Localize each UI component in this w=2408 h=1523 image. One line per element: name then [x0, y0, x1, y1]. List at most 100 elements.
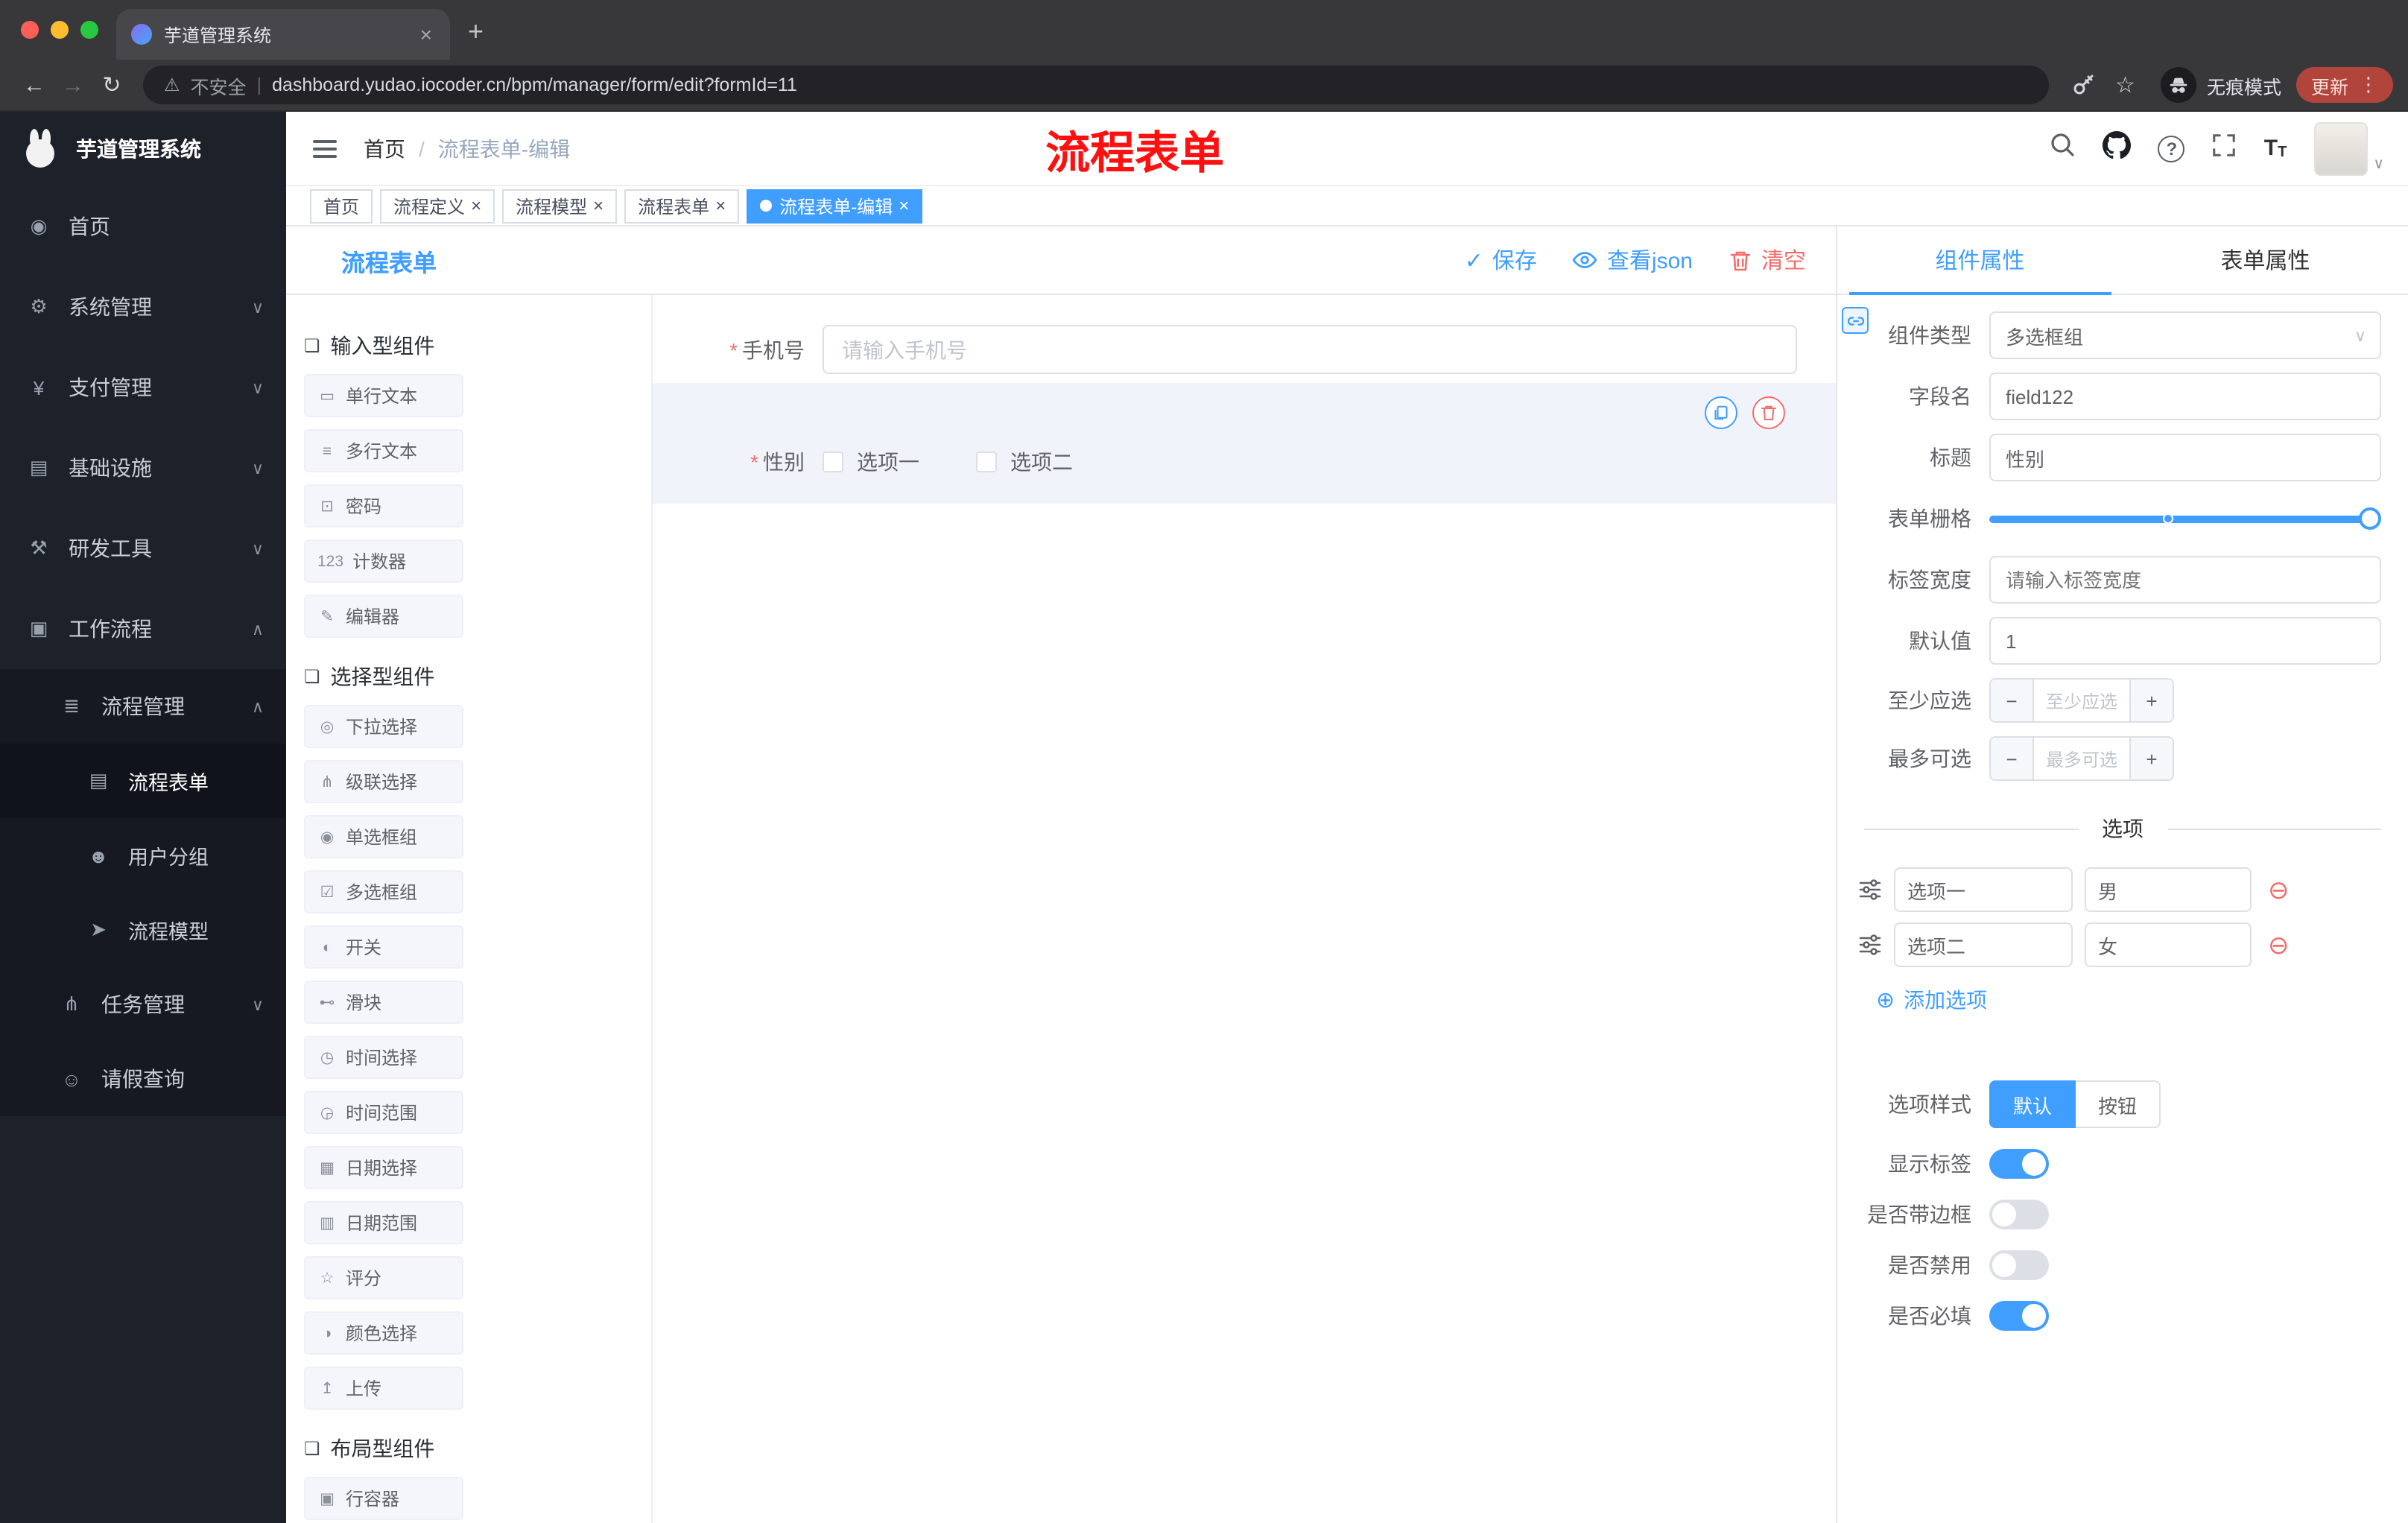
palette-component[interactable]: ◶ 时间范围: [304, 1091, 463, 1134]
tag-close-icon[interactable]: ×: [471, 197, 481, 215]
close-window-button[interactable]: [21, 21, 39, 39]
sidebar-item[interactable]: ▤ 流程表单: [0, 744, 286, 818]
default-value-input[interactable]: [1989, 617, 2381, 665]
search-icon[interactable]: [2050, 131, 2076, 165]
palette-component[interactable]: ◑ 颜色选择: [304, 1311, 463, 1355]
tag-item[interactable]: 流程模型 ×: [502, 189, 618, 223]
remove-option-icon[interactable]: ⊖: [2268, 932, 2290, 957]
sidebar-item[interactable]: ≣ 流程管理 ∧: [0, 669, 286, 744]
field-name-input[interactable]: [1989, 373, 2381, 420]
palette-component[interactable]: ▥ 日期范围: [304, 1201, 463, 1244]
new-tab-button[interactable]: +: [468, 16, 484, 48]
palette-component[interactable]: ☆ 评分: [304, 1256, 463, 1299]
palette-component[interactable]: ☑ 多选框组: [304, 870, 463, 914]
palette-component[interactable]: ≡ 多行文本: [304, 429, 463, 472]
palette-component[interactable]: ↥ 上传: [304, 1367, 463, 1410]
tag-item[interactable]: 流程定义 ×: [380, 189, 495, 223]
tag-close-icon[interactable]: ×: [593, 197, 603, 215]
style-default-button[interactable]: 默认: [1989, 1080, 2076, 1128]
bookmark-star-icon[interactable]: ☆: [2115, 72, 2135, 98]
update-button[interactable]: 更新 ⋮: [2295, 67, 2393, 103]
palette-component[interactable]: 123 计数器: [304, 539, 463, 583]
address-bar[interactable]: ⚠ 不安全 | dashboard.yudao.iocoder.cn/bpm/m…: [143, 66, 2049, 104]
canvas-field-phone[interactable]: 手机号 请输入手机号: [674, 325, 1797, 374]
back-button[interactable]: ←: [15, 72, 54, 98]
palette-component[interactable]: ▦ 日期选择: [304, 1146, 463, 1189]
gender-checkbox-option[interactable]: 选项二: [976, 446, 1073, 476]
option-value-input[interactable]: [2085, 922, 2252, 967]
canvas-field-gender-selected[interactable]: 性别 选项一: [653, 383, 1836, 504]
maximize-window-button[interactable]: [80, 21, 98, 39]
sidebar-item[interactable]: ⋔ 任务管理 ∨: [0, 967, 286, 1042]
gender-checkbox-option[interactable]: 选项一: [823, 446, 919, 476]
drag-handle-icon[interactable]: [1858, 878, 1882, 902]
password-key-icon[interactable]: [2070, 73, 2094, 97]
forward-button[interactable]: →: [54, 72, 92, 98]
help-icon[interactable]: ?: [2158, 135, 2185, 162]
toggle-switch[interactable]: [1989, 1200, 2049, 1229]
sidebar-item[interactable]: ☻ 用户分组: [0, 818, 286, 893]
sidebar-item[interactable]: ➤ 流程模型: [0, 893, 286, 967]
drag-handle-icon[interactable]: [1858, 933, 1882, 957]
sidebar-item[interactable]: ⚒ 研发工具 ∨: [0, 508, 286, 589]
tag-close-icon[interactable]: ×: [899, 197, 909, 215]
hamburger-icon[interactable]: [310, 133, 340, 163]
sidebar-item[interactable]: ⚙ 系统管理 ∨: [0, 267, 286, 347]
view-json-button[interactable]: 查看json: [1573, 244, 1693, 276]
copy-component-button[interactable]: [1705, 396, 1737, 429]
palette-component[interactable]: ◉ 单选框组: [304, 815, 463, 858]
tab-component-props[interactable]: 组件属性: [1837, 227, 2123, 295]
github-icon[interactable]: [2103, 130, 2132, 166]
decrease-button[interactable]: −: [1991, 680, 2034, 721]
tag-item[interactable]: 流程表单 ×: [624, 189, 740, 223]
palette-component[interactable]: ◎ 下拉选择: [304, 705, 463, 748]
tag-item[interactable]: 首页 ×: [310, 189, 373, 223]
tab-form-props[interactable]: 表单属性: [2123, 227, 2408, 294]
palette-component[interactable]: ▭ 单行文本: [304, 374, 463, 417]
sidebar-item[interactable]: ☺ 请假查询: [0, 1042, 286, 1116]
option-value-input[interactable]: [2085, 867, 2252, 912]
toggle-switch[interactable]: [1989, 1301, 2049, 1331]
minimize-window-button[interactable]: [51, 21, 69, 39]
palette-component[interactable]: ⋔ 级联选择: [304, 760, 463, 803]
label-width-input[interactable]: [1989, 556, 2381, 604]
browser-tab[interactable]: 芋道管理系统 ×: [116, 9, 450, 60]
sidebar-item[interactable]: ▣ 工作流程 ∧: [0, 589, 286, 669]
sidebar-item[interactable]: ¥ 支付管理 ∨: [0, 347, 286, 428]
user-avatar[interactable]: [2313, 121, 2368, 175]
reload-button[interactable]: ↻: [92, 72, 131, 98]
sidebar-item[interactable]: ◉ 首页: [0, 186, 286, 267]
save-button[interactable]: ✓ 保存: [1465, 244, 1537, 276]
browser-menu-icon[interactable]: ⋮: [2359, 73, 2378, 97]
delete-component-button[interactable]: [1752, 396, 1785, 429]
slider-handle[interactable]: [2359, 507, 2381, 530]
form-canvas[interactable]: 手机号 请输入手机号: [653, 295, 1836, 1523]
max-select-placeholder[interactable]: 最多可选: [2034, 738, 2129, 779]
option-label-input[interactable]: [1894, 922, 2073, 967]
min-select-placeholder[interactable]: 至少应选: [2034, 680, 2129, 721]
tab-close-icon[interactable]: ×: [417, 22, 435, 46]
decrease-button[interactable]: −: [1991, 738, 2034, 779]
avatar-dropdown-caret-icon[interactable]: ∨: [2373, 156, 2384, 175]
palette-component[interactable]: ◐ 开关: [304, 925, 463, 969]
palette-component[interactable]: ✎ 编辑器: [304, 595, 463, 638]
toggle-switch[interactable]: [1989, 1149, 2049, 1179]
palette-component[interactable]: ⊷ 滑块: [304, 981, 463, 1024]
clear-button[interactable]: 清空: [1729, 244, 1806, 276]
remove-option-icon[interactable]: ⊖: [2268, 877, 2290, 902]
option-label-input[interactable]: [1894, 867, 2073, 912]
style-button-button[interactable]: 按钮: [2076, 1080, 2161, 1128]
font-size-icon[interactable]: TT: [2264, 136, 2287, 161]
tag-close-icon[interactable]: ×: [715, 197, 726, 215]
fullscreen-icon[interactable]: [2212, 132, 2237, 165]
palette-component[interactable]: ▣ 行容器: [304, 1477, 463, 1520]
link-icon[interactable]: [1842, 307, 1869, 334]
phone-input[interactable]: 请输入手机号: [823, 325, 1797, 374]
toggle-switch[interactable]: [1989, 1250, 2049, 1280]
palette-component[interactable]: ⊡ 密码: [304, 484, 463, 528]
component-type-select[interactable]: 多选框组 ∨: [1989, 311, 2381, 359]
title-input[interactable]: [1989, 434, 2381, 481]
sidebar-item[interactable]: ▤ 基础设施 ∨: [0, 428, 286, 508]
checkbox-icon[interactable]: [976, 451, 997, 472]
palette-component[interactable]: ◷ 时间选择: [304, 1036, 463, 1079]
